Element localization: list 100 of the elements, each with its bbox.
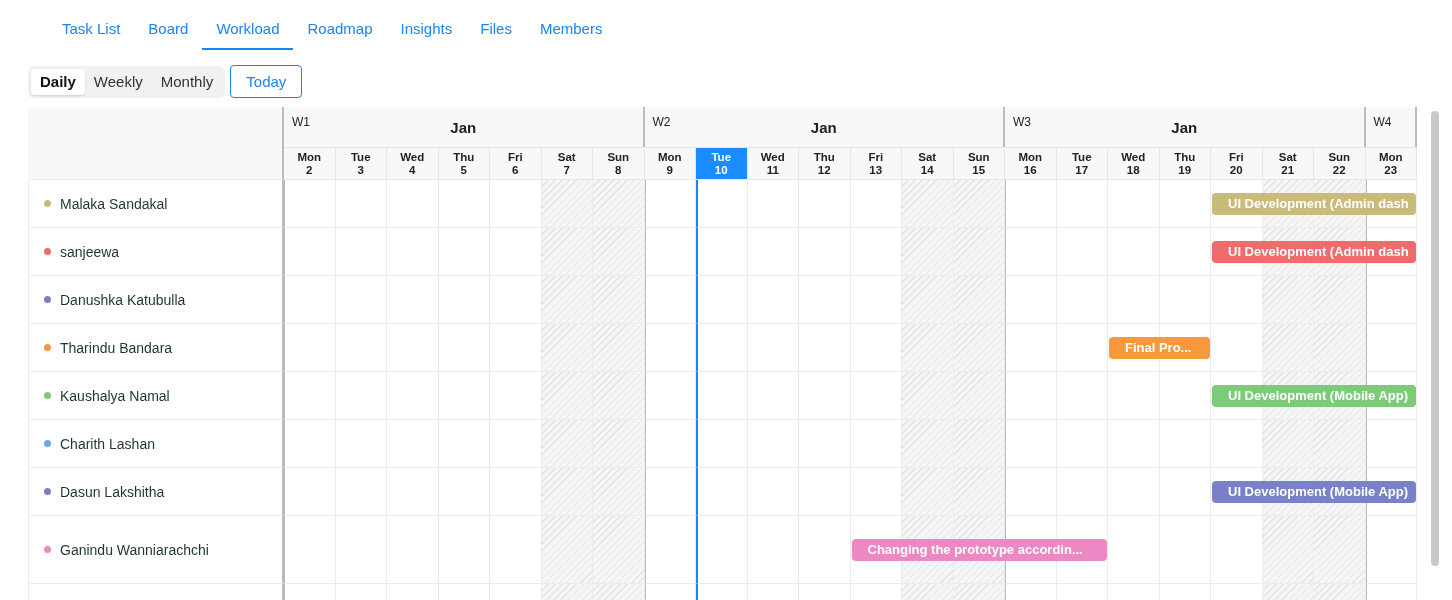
grid-cell	[1159, 468, 1211, 516]
member-name: Dasun Lakshitha	[60, 483, 165, 500]
week-label: W2	[652, 115, 671, 129]
task-bar[interactable]: Changing the prototype accordin...	[851, 539, 1107, 561]
day-header: Wed 11	[747, 147, 799, 180]
grid-cell	[799, 516, 851, 584]
member-name: Ganindu Wanniarachchi	[60, 541, 209, 558]
nav-tab[interactable]: Board	[134, 18, 203, 50]
day-header: Mon 23	[1365, 147, 1417, 180]
grid-cell	[1159, 180, 1211, 228]
view-mode-option[interactable]: Daily	[31, 68, 85, 95]
grid-cell	[1365, 276, 1417, 324]
grid-cell	[799, 180, 851, 228]
grid-cell	[284, 324, 336, 372]
day-header: Thu 12	[799, 147, 851, 180]
nav-tab[interactable]: Roadmap	[293, 18, 387, 50]
month-label: Jan	[810, 118, 837, 136]
grid-cell	[644, 468, 696, 516]
day-header: Fri 13	[850, 147, 902, 180]
week-label: W1	[292, 115, 310, 129]
grid-cell	[644, 324, 696, 372]
grid-cell	[284, 584, 336, 600]
grid-cell	[490, 516, 542, 584]
grid-cell	[1005, 420, 1057, 468]
member-name: Tharindu Bandara	[60, 339, 173, 356]
grid-cell	[1005, 228, 1057, 276]
grid-cell	[1005, 276, 1057, 324]
grid-cell	[644, 228, 696, 276]
month-label: Jan	[450, 118, 477, 136]
grid-cell	[1056, 180, 1108, 228]
week-label: W4	[1373, 115, 1392, 129]
day-header: Thu 5	[438, 147, 490, 180]
grid-cell	[490, 420, 542, 468]
grid-cell	[696, 468, 748, 516]
grid-cell	[1159, 228, 1211, 276]
task-bar[interactable]: Final Pro...	[1109, 337, 1210, 359]
day-header: Mon 16	[1005, 147, 1057, 180]
grid-cell	[438, 180, 490, 228]
grid-cell	[1365, 420, 1417, 468]
grid-cell	[696, 228, 748, 276]
grid-cell	[1005, 372, 1057, 420]
nav-tab[interactable]: Members	[525, 18, 617, 50]
scrollbar[interactable]	[1430, 111, 1439, 566]
view-mode-option[interactable]: Weekly	[84, 68, 152, 95]
grid-cell	[1005, 584, 1057, 600]
member-name: Malaka Sandakal	[60, 195, 168, 212]
day-header: Tue 17	[1056, 147, 1108, 180]
grid-cell	[284, 420, 336, 468]
grid-cell	[696, 516, 748, 584]
grid-cell	[490, 276, 542, 324]
weekend-cell	[953, 584, 1005, 600]
grid-cell	[1211, 420, 1263, 468]
day-header: Wed 4	[387, 147, 439, 180]
grid-cell	[1365, 584, 1417, 600]
grid-cell	[644, 516, 696, 584]
member-name: Charith Lashan	[60, 435, 155, 452]
grid-cell	[284, 276, 336, 324]
grid-cell	[387, 180, 439, 228]
grid-cell	[490, 180, 542, 228]
grid-cell	[1365, 516, 1417, 584]
grid-cell	[490, 468, 542, 516]
grid-cell	[1005, 324, 1057, 372]
grid-cell	[284, 228, 336, 276]
grid-cell	[1056, 324, 1108, 372]
day-header: Tue 10	[696, 147, 748, 180]
grid-cell	[644, 276, 696, 324]
task-bar[interactable]: UI Development (Admin dash	[1212, 241, 1416, 263]
grid-cell	[1005, 468, 1057, 516]
task-bar[interactable]: UI Development (Admin dash	[1212, 193, 1416, 215]
weekend-cell	[902, 584, 954, 600]
grid-cell	[1108, 180, 1160, 228]
grid-cell	[696, 584, 748, 600]
grid-cell	[335, 180, 387, 228]
nav-tab[interactable]: Task List	[48, 18, 135, 50]
view-mode-option[interactable]: Monthly	[151, 68, 223, 95]
task-bar[interactable]: UI Development (Mobile App)	[1212, 385, 1416, 407]
grid-cell	[490, 228, 542, 276]
weekend-cell	[1314, 584, 1366, 600]
grid-cell	[747, 180, 799, 228]
grid-cell	[696, 420, 748, 468]
member-name: Kaushalya Namal	[60, 387, 170, 404]
today-button[interactable]: Today	[230, 65, 303, 98]
nav-tab[interactable]: Insights	[386, 18, 467, 50]
day-header: Fri 20	[1211, 147, 1263, 180]
weekend-cell	[541, 584, 593, 600]
grid-cell	[696, 372, 748, 420]
weekend-cell	[1262, 584, 1314, 600]
grid-cell	[644, 584, 696, 600]
nav-tab[interactable]: Files	[466, 18, 526, 50]
weekend-cell	[593, 584, 645, 600]
grid-cell	[1365, 324, 1417, 372]
grid-cell	[1211, 276, 1263, 324]
task-bar[interactable]: UI Development (Mobile App)	[1212, 481, 1416, 503]
grid-cell	[696, 324, 748, 372]
day-header: Tue 3	[335, 147, 387, 180]
day-header: Fri 6	[490, 147, 542, 180]
nav-tab[interactable]: Workload	[202, 18, 294, 50]
grid-cell	[1211, 516, 1263, 584]
grid-cell	[284, 372, 336, 420]
grid-cell	[644, 372, 696, 420]
